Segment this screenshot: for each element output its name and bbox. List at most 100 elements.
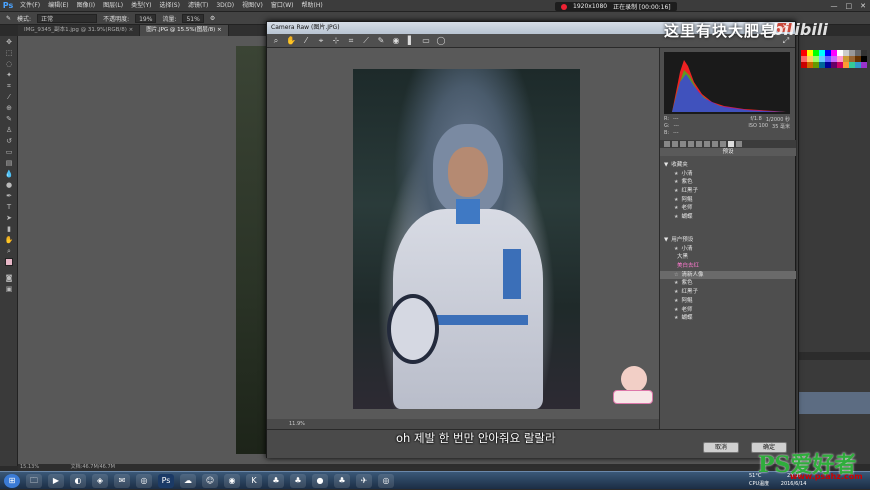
pen-icon[interactable]: ✒ (3, 192, 15, 201)
preset-item[interactable]: ★ 蝴蝶 (660, 213, 796, 222)
media-player-icon[interactable]: ▶ (48, 473, 64, 488)
preset-item-selected[interactable]: ☆ 清新人像 (660, 270, 796, 280)
menu-help[interactable]: 帮助(H) (298, 0, 327, 12)
app-icon[interactable]: ◈ (92, 473, 108, 488)
preset-item[interactable]: ★ 红黑子 (660, 187, 796, 196)
menu-window[interactable]: 窗口(W) (267, 0, 298, 12)
preset-item[interactable]: ★ 红黑子 (660, 288, 796, 297)
group-header-favorites[interactable]: ▼ 收藏夹 (660, 161, 796, 170)
app-icon[interactable]: ♣ (268, 473, 284, 488)
effects-tab-icon[interactable] (712, 141, 718, 147)
swatches-panel[interactable] (801, 50, 869, 68)
qq-icon[interactable]: ☺ (202, 473, 218, 488)
healing-brush-icon[interactable]: ⊕ (3, 104, 15, 113)
gradient-icon[interactable]: ▤ (3, 159, 15, 168)
menu-edit[interactable]: 编辑(E) (44, 0, 72, 12)
menu-view[interactable]: 视图(V) (238, 0, 267, 12)
preset-item[interactable]: ★ 老师 (660, 204, 796, 213)
menu-file[interactable]: 文件(F) (16, 0, 44, 12)
menu-select[interactable]: 选择(S) (155, 0, 184, 12)
stamp-icon[interactable]: ♙ (3, 126, 15, 135)
preset-item[interactable]: ★ 紫色 (660, 178, 796, 187)
brush-icon[interactable]: ✎ (3, 115, 15, 124)
white-balance-icon[interactable]: ⁄ (301, 36, 311, 45)
screen-mode-icon[interactable]: ▣ (3, 285, 15, 294)
menu-type[interactable]: 类型(Y) (127, 0, 155, 12)
path-select-icon[interactable]: ➤ (3, 214, 15, 223)
preset-item[interactable]: ★ 紫色 (660, 279, 796, 288)
eraser-icon[interactable]: ▭ (3, 148, 15, 157)
straighten-icon[interactable]: ⟋ (361, 36, 371, 46)
airbrush-icon[interactable]: ⚙ (210, 15, 215, 22)
shape-tool-icon[interactable]: ▮ (3, 225, 15, 234)
kugou-icon[interactable]: K (246, 473, 262, 488)
app-icon[interactable]: ♣ (290, 473, 306, 488)
app-icon[interactable]: ✉ (114, 473, 130, 488)
minimize-button[interactable]: — (831, 0, 838, 12)
history-brush-icon[interactable]: ↺ (3, 137, 15, 146)
lasso-tool-icon[interactable]: ◌ (3, 60, 15, 69)
eyedropper-icon[interactable]: ⁄ (3, 93, 15, 102)
split-tone-tab-icon[interactable] (696, 141, 702, 147)
blur-icon[interactable]: 💧 (3, 170, 15, 179)
zoom-level[interactable]: 11.9% (289, 421, 305, 427)
close-window-button[interactable]: ✕ (860, 0, 866, 12)
opacity-field[interactable]: 19% (135, 13, 157, 23)
group-header-user-presets[interactable]: ▼ 用户预设 (660, 236, 796, 245)
hsl-tab-icon[interactable] (688, 141, 694, 147)
app-icon[interactable]: ☁ (180, 473, 196, 488)
photoshop-taskbar-icon[interactable]: Ps (158, 473, 174, 488)
tab-doc-2[interactable]: 图片.JPG @ 15.5%(图层/8) × (140, 25, 229, 36)
color-sampler-icon[interactable]: ⌖ (316, 36, 326, 46)
app-icon[interactable]: ◉ (224, 473, 240, 488)
menu-filter[interactable]: 滤镜(T) (184, 0, 212, 12)
camera-cal-tab-icon[interactable] (720, 141, 726, 147)
app-icon[interactable]: ◎ (378, 473, 394, 488)
basic-tab-icon[interactable] (664, 141, 670, 147)
crop-tool-icon[interactable]: ⌗ (3, 82, 15, 91)
preset-item[interactable]: ★ 阿鲲 (660, 196, 796, 205)
magic-wand-icon[interactable]: ✦ (3, 71, 15, 80)
explorer-icon[interactable]: 🗀 (26, 473, 42, 488)
snapshots-tab-icon[interactable] (736, 141, 742, 147)
menu-image[interactable]: 图像(I) (73, 0, 99, 12)
preset-item[interactable]: ★ 蝴蝶 (660, 314, 796, 323)
spot-removal-icon[interactable]: ✎ (376, 36, 386, 45)
zoom-icon[interactable]: ⌕ (271, 36, 281, 46)
menu-3d[interactable]: 3D(D) (212, 0, 238, 12)
layer-row-selected[interactable] (799, 392, 870, 414)
preset-item[interactable]: ★ 老师 (660, 306, 796, 315)
move-tool-icon[interactable]: ✥ (3, 38, 15, 47)
preset-item[interactable]: ★ 阿鲲 (660, 297, 796, 306)
flow-field[interactable]: 51% (182, 13, 204, 23)
presets-tab-icon[interactable] (728, 141, 734, 147)
menu-layer[interactable]: 图层(L) (99, 0, 127, 12)
graduated-filter-icon[interactable]: ▭ (421, 36, 431, 45)
hand-tool-icon[interactable]: ✋ (3, 236, 15, 245)
target-adjust-icon[interactable]: ⊹ (331, 36, 341, 45)
color-swatch-icon[interactable] (3, 258, 15, 272)
detail-tab-icon[interactable] (680, 141, 686, 147)
netease-music-icon[interactable]: ◎ (136, 473, 152, 488)
hand-icon[interactable]: ✋ (286, 36, 296, 45)
type-tool-icon[interactable]: T (3, 203, 15, 212)
marquee-tool-icon[interactable]: ⬚ (3, 49, 15, 58)
dodge-icon[interactable]: ● (3, 181, 15, 190)
quick-mask-icon[interactable]: ◙ (3, 274, 15, 283)
preset-item[interactable]: 大黑 (660, 253, 796, 262)
red-eye-icon[interactable]: ◉ (391, 36, 401, 45)
app-icon[interactable]: ♣ (334, 473, 350, 488)
radial-filter-icon[interactable]: ◯ (436, 36, 446, 45)
adjustment-brush-icon[interactable]: ▌ (406, 36, 416, 45)
preset-item[interactable]: ★ 小清 (660, 245, 796, 254)
start-button-icon[interactable]: ⊞ (4, 473, 20, 488)
crop-icon[interactable]: ⌗ (346, 36, 356, 46)
preset-item[interactable]: ★ 小清 (660, 170, 796, 179)
browser-icon[interactable]: ◐ (70, 473, 86, 488)
app-icon[interactable]: ✈ (356, 473, 372, 488)
maximize-button[interactable]: □ (846, 0, 853, 12)
tab-doc-1[interactable]: IMG_9345_副本1.jpg @ 31.9%(RGB/8) × (18, 25, 141, 36)
mode-select[interactable]: 正常 (37, 13, 98, 23)
record-app-icon[interactable]: ● (312, 473, 328, 488)
preset-item-highlighted[interactable]: 美白去红 (660, 262, 796, 271)
